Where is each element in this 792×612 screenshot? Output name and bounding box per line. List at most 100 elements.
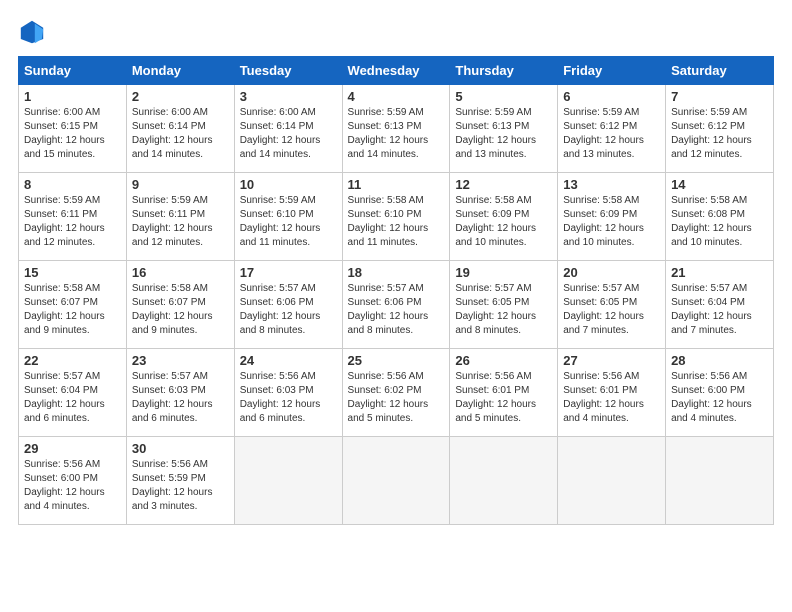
table-row: 6 Sunrise: 5:59 AM Sunset: 6:12 PM Daylig… <box>558 85 666 173</box>
day-number: 12 <box>455 177 552 192</box>
table-row <box>342 437 450 525</box>
table-row: 11Sunrise: 5:58 AM Sunset: 6:10 PM Dayli… <box>342 173 450 261</box>
day-number: 27 <box>563 353 660 368</box>
cell-info: Sunrise: 5:58 AM Sunset: 6:10 PM Dayligh… <box>348 194 445 250</box>
col-sunday: Sunday <box>19 57 127 85</box>
cell-info: Sunrise: 5:58 AM Sunset: 6:08 PM Dayligh… <box>671 194 768 250</box>
day-number: 6 <box>563 89 660 104</box>
table-row: 16 Sunrise: 5:58 AM Sunset: 6:07 PM Dayli… <box>126 261 234 349</box>
calendar-table: Sunday Monday Tuesday Wednesday Thursday… <box>18 56 774 525</box>
table-row: 24 Sunrise: 5:56 AM Sunset: 6:03 PM Dayli… <box>234 349 342 437</box>
table-row: 7 Sunrise: 5:59 AM Sunset: 6:12 PM Daylig… <box>666 85 774 173</box>
cell-info: Sunrise: 5:59 AM Sunset: 6:13 PM Dayligh… <box>348 106 445 162</box>
table-row: 20 Sunrise: 5:57 AM Sunset: 6:05 PM Dayli… <box>558 261 666 349</box>
col-thursday: Thursday <box>450 57 558 85</box>
day-number: 18 <box>348 265 445 280</box>
day-number: 16 <box>132 265 229 280</box>
cell-info: Sunrise: 5:58 AM Sunset: 6:09 PM Dayligh… <box>563 194 660 250</box>
cell-info: Sunrise: 5:56 AM Sunset: 6:01 PM Dayligh… <box>455 370 552 426</box>
table-row: 5Sunrise: 5:59 AM Sunset: 6:13 PM Daylig… <box>450 85 558 173</box>
cell-info: Sunrise: 5:58 AM Sunset: 6:07 PM Dayligh… <box>132 282 229 338</box>
calendar-week-row: 8 Sunrise: 5:59 AM Sunset: 6:11 PM Daylig… <box>19 173 774 261</box>
table-row: 8 Sunrise: 5:59 AM Sunset: 6:11 PM Daylig… <box>19 173 127 261</box>
day-number: 15 <box>24 265 121 280</box>
day-number: 30 <box>132 441 229 456</box>
day-number: 26 <box>455 353 552 368</box>
table-row: 29 Sunrise: 5:56 AM Sunset: 6:00 PM Dayli… <box>19 437 127 525</box>
table-row: 12 Sunrise: 5:58 AM Sunset: 6:09 PM Dayli… <box>450 173 558 261</box>
cell-info: Sunrise: 5:57 AM Sunset: 6:05 PM Dayligh… <box>563 282 660 338</box>
cell-info: Sunrise: 5:59 AM Sunset: 6:11 PM Dayligh… <box>132 194 229 250</box>
page: Sunday Monday Tuesday Wednesday Thursday… <box>0 0 792 612</box>
cell-info: Sunrise: 5:56 AM Sunset: 6:02 PM Dayligh… <box>348 370 445 426</box>
day-number: 9 <box>132 177 229 192</box>
col-wednesday: Wednesday <box>342 57 450 85</box>
day-number: 20 <box>563 265 660 280</box>
day-number: 25 <box>348 353 445 368</box>
table-row: 30 Sunrise: 5:56 AM Sunset: 5:59 PM Dayli… <box>126 437 234 525</box>
calendar-week-row: 29 Sunrise: 5:56 AM Sunset: 6:00 PM Dayli… <box>19 437 774 525</box>
table-row: 23Sunrise: 5:57 AM Sunset: 6:03 PM Dayli… <box>126 349 234 437</box>
table-row: 9 Sunrise: 5:59 AM Sunset: 6:11 PM Daylig… <box>126 173 234 261</box>
cell-info: Sunrise: 5:57 AM Sunset: 6:06 PM Dayligh… <box>348 282 445 338</box>
calendar-week-row: 22 Sunrise: 5:57 AM Sunset: 6:04 PM Dayli… <box>19 349 774 437</box>
day-number: 2 <box>132 89 229 104</box>
table-row: 25 Sunrise: 5:56 AM Sunset: 6:02 PM Dayli… <box>342 349 450 437</box>
cell-info: Sunrise: 6:00 AM Sunset: 6:14 PM Dayligh… <box>240 106 337 162</box>
table-row <box>234 437 342 525</box>
calendar-week-row: 15 Sunrise: 5:58 AM Sunset: 6:07 PM Dayli… <box>19 261 774 349</box>
cell-info: Sunrise: 5:59 AM Sunset: 6:10 PM Dayligh… <box>240 194 337 250</box>
day-number: 19 <box>455 265 552 280</box>
calendar-week-row: 1Sunrise: 6:00 AM Sunset: 6:15 PM Daylig… <box>19 85 774 173</box>
table-row: 2 Sunrise: 6:00 AM Sunset: 6:14 PM Daylig… <box>126 85 234 173</box>
table-row: 28 Sunrise: 5:56 AM Sunset: 6:00 PM Dayli… <box>666 349 774 437</box>
cell-info: Sunrise: 5:58 AM Sunset: 6:07 PM Dayligh… <box>24 282 121 338</box>
table-row: 19 Sunrise: 5:57 AM Sunset: 6:05 PM Dayli… <box>450 261 558 349</box>
table-row: 17Sunrise: 5:57 AM Sunset: 6:06 PM Dayli… <box>234 261 342 349</box>
day-number: 21 <box>671 265 768 280</box>
day-number: 29 <box>24 441 121 456</box>
col-tuesday: Tuesday <box>234 57 342 85</box>
cell-info: Sunrise: 5:56 AM Sunset: 6:00 PM Dayligh… <box>24 458 121 514</box>
table-row <box>666 437 774 525</box>
cell-info: Sunrise: 5:59 AM Sunset: 6:11 PM Dayligh… <box>24 194 121 250</box>
cell-info: Sunrise: 5:57 AM Sunset: 6:04 PM Dayligh… <box>24 370 121 426</box>
day-number: 28 <box>671 353 768 368</box>
day-number: 7 <box>671 89 768 104</box>
cell-info: Sunrise: 5:57 AM Sunset: 6:05 PM Dayligh… <box>455 282 552 338</box>
day-number: 8 <box>24 177 121 192</box>
cell-info: Sunrise: 5:56 AM Sunset: 6:03 PM Dayligh… <box>240 370 337 426</box>
cell-info: Sunrise: 5:57 AM Sunset: 6:06 PM Dayligh… <box>240 282 337 338</box>
day-number: 3 <box>240 89 337 104</box>
table-row <box>558 437 666 525</box>
table-row: 27 Sunrise: 5:56 AM Sunset: 6:01 PM Dayli… <box>558 349 666 437</box>
cell-info: Sunrise: 5:59 AM Sunset: 6:12 PM Dayligh… <box>671 106 768 162</box>
cell-info: Sunrise: 5:58 AM Sunset: 6:09 PM Dayligh… <box>455 194 552 250</box>
day-number: 24 <box>240 353 337 368</box>
cell-info: Sunrise: 5:57 AM Sunset: 6:04 PM Dayligh… <box>671 282 768 338</box>
table-row: 3 Sunrise: 6:00 AM Sunset: 6:14 PM Daylig… <box>234 85 342 173</box>
cell-info: Sunrise: 5:57 AM Sunset: 6:03 PM Dayligh… <box>132 370 229 426</box>
logo <box>18 18 50 46</box>
day-number: 5 <box>455 89 552 104</box>
table-row: 22 Sunrise: 5:57 AM Sunset: 6:04 PM Dayli… <box>19 349 127 437</box>
col-monday: Monday <box>126 57 234 85</box>
day-number: 14 <box>671 177 768 192</box>
cell-info: Sunrise: 6:00 AM Sunset: 6:14 PM Dayligh… <box>132 106 229 162</box>
table-row: 18 Sunrise: 5:57 AM Sunset: 6:06 PM Dayli… <box>342 261 450 349</box>
col-saturday: Saturday <box>666 57 774 85</box>
table-row: 13 Sunrise: 5:58 AM Sunset: 6:09 PM Dayli… <box>558 173 666 261</box>
header <box>18 18 774 46</box>
cell-info: Sunrise: 5:56 AM Sunset: 6:01 PM Dayligh… <box>563 370 660 426</box>
calendar-header-row: Sunday Monday Tuesday Wednesday Thursday… <box>19 57 774 85</box>
day-number: 13 <box>563 177 660 192</box>
table-row: 4Sunrise: 5:59 AM Sunset: 6:13 PM Daylig… <box>342 85 450 173</box>
cell-info: Sunrise: 5:59 AM Sunset: 6:12 PM Dayligh… <box>563 106 660 162</box>
table-row: 21 Sunrise: 5:57 AM Sunset: 6:04 PM Dayli… <box>666 261 774 349</box>
day-number: 22 <box>24 353 121 368</box>
day-number: 10 <box>240 177 337 192</box>
cell-info: Sunrise: 5:56 AM Sunset: 6:00 PM Dayligh… <box>671 370 768 426</box>
table-row <box>450 437 558 525</box>
cell-info: Sunrise: 6:00 AM Sunset: 6:15 PM Dayligh… <box>24 106 121 162</box>
cell-info: Sunrise: 5:56 AM Sunset: 5:59 PM Dayligh… <box>132 458 229 514</box>
